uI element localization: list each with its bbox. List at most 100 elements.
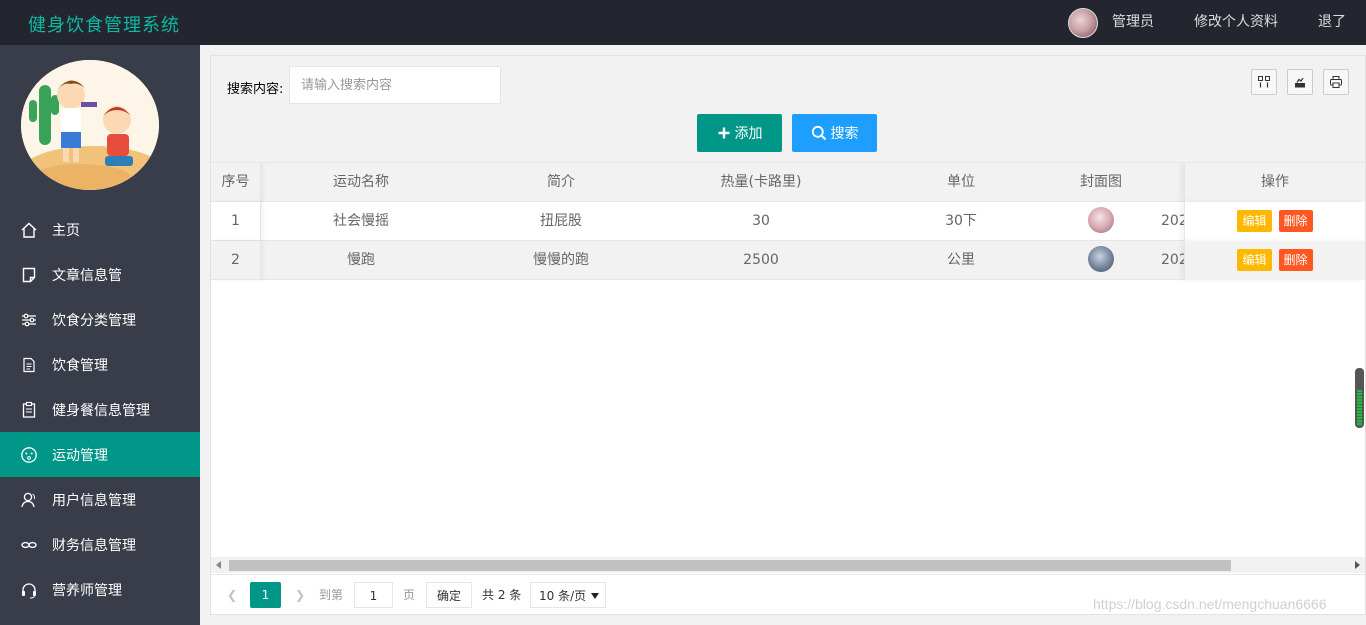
row-actions: 编辑 删除 xyxy=(1184,202,1365,241)
column-header[interactable]: 操作 xyxy=(1184,163,1365,202)
column-header[interactable]: 封面图 xyxy=(1041,163,1161,202)
sliders-icon xyxy=(20,311,38,329)
face-icon xyxy=(20,446,38,464)
note-icon xyxy=(20,266,38,284)
add-button[interactable]: 添加 xyxy=(697,114,782,152)
sport-calories: 2500 xyxy=(743,252,779,268)
logout-link[interactable]: 退了 xyxy=(1298,0,1366,45)
sport-description: 扭屁股 xyxy=(540,213,582,229)
column-header[interactable]: 序号 xyxy=(211,163,261,202)
table-row[interactable]: 1 社会慢摇 扭屁股 30 30下 202 编辑 删除 xyxy=(211,202,1365,241)
sidebar-item-users[interactable]: 用户信息管理 xyxy=(0,477,200,522)
cover-image-cell xyxy=(1041,241,1161,280)
top-header: 健身饮食管理系统 管理员 修改个人资料 退了 xyxy=(0,0,1366,45)
export-icon xyxy=(1293,75,1307,89)
page-label: 页 xyxy=(403,588,416,602)
table-row[interactable]: 2 慢跑 慢慢的跑 2500 公里 202 编辑 删除 xyxy=(211,241,1365,280)
sport-unit: 公里 xyxy=(947,252,975,268)
grid-icon xyxy=(1257,75,1271,89)
user-name[interactable]: 管理员 xyxy=(1112,0,1174,45)
confirm-page-button[interactable]: 确定 xyxy=(426,582,472,608)
sidebar-item-diet-category[interactable]: 饮食分类管理 xyxy=(0,297,200,342)
sidebar-item-label: 健身餐信息管理 xyxy=(52,402,150,419)
scroll-left-arrow-icon[interactable] xyxy=(216,561,221,569)
plus-icon xyxy=(717,126,731,140)
table-header-row: 序号 运动名称 简介 热量(卡路里) 单位 封面图 操作 xyxy=(211,163,1365,202)
goto-label: 到第 xyxy=(319,588,344,602)
column-header[interactable]: 热量(卡路里) xyxy=(661,163,861,202)
home-icon xyxy=(20,221,38,239)
user-avatar[interactable] xyxy=(1068,7,1098,38)
main-panel: 搜索内容: 添加 搜索 xyxy=(210,55,1366,615)
headset-icon xyxy=(20,581,38,599)
link-icon xyxy=(20,536,38,554)
next-page-icon[interactable]: ❯ xyxy=(291,582,309,608)
sidebar-item-finance[interactable]: 财务信息管理 xyxy=(0,522,200,567)
edit-profile-link[interactable]: 修改个人资料 xyxy=(1174,0,1298,45)
search-input[interactable] xyxy=(289,66,501,104)
sidebar: 主页 文章信息管 饮食分类管理 饮食管理 健身餐信息管理 运动管理 用户信息管理… xyxy=(0,45,200,625)
sidebar-item-label: 营养师管理 xyxy=(52,582,122,599)
sidebar-item-home[interactable]: 主页 xyxy=(0,207,200,252)
scroll-indicator-fill xyxy=(1357,390,1362,426)
delete-button[interactable]: 删除 xyxy=(1278,249,1313,271)
sidebar-avatar-image xyxy=(21,60,159,190)
per-page-value: 10 条/页 xyxy=(539,589,587,603)
sidebar-item-articles[interactable]: 文章信息管 xyxy=(0,252,200,297)
sport-calories: 30 xyxy=(752,213,770,229)
delete-button[interactable]: 删除 xyxy=(1278,210,1313,232)
sidebar-item-label: 饮食管理 xyxy=(52,357,108,374)
search-icon xyxy=(811,125,827,141)
data-table: 序号 运动名称 简介 热量(卡路里) 单位 封面图 操作 1 社会慢摇 扭屁股 … xyxy=(211,163,1365,555)
sport-description: 慢慢的跑 xyxy=(533,252,589,268)
header-user-area: 管理员 修改个人资料 退了 xyxy=(1068,0,1366,45)
sidebar-item-sport[interactable]: 运动管理 xyxy=(0,432,200,477)
print-icon xyxy=(1329,75,1343,89)
document-icon xyxy=(20,356,38,374)
sidebar-item-label: 饮食分类管理 xyxy=(52,312,136,329)
search-button-label: 搜索 xyxy=(830,126,859,142)
column-header[interactable]: 单位 xyxy=(861,163,1061,202)
sport-unit: 30下 xyxy=(945,213,977,229)
page-number-input[interactable]: 1 xyxy=(354,582,393,608)
clipboard-icon xyxy=(20,401,38,419)
columns-filter-button[interactable] xyxy=(1251,69,1277,95)
current-page-button[interactable]: 1 xyxy=(250,582,281,608)
edit-button[interactable]: 编辑 xyxy=(1237,210,1272,232)
sidebar-item-nutritionist[interactable]: 营养师管理 xyxy=(0,567,200,612)
sport-name: 社会慢摇 xyxy=(333,213,389,229)
scroll-right-arrow-icon[interactable] xyxy=(1355,561,1360,569)
sidebar-item-label: 财务信息管理 xyxy=(52,537,136,554)
vertical-scroll-indicator[interactable] xyxy=(1355,368,1364,428)
cover-thumbnail[interactable] xyxy=(1088,245,1114,272)
sidebar-item-diet[interactable]: 饮食管理 xyxy=(0,342,200,387)
sidebar-item-fitness-meal[interactable]: 健身餐信息管理 xyxy=(0,387,200,432)
print-button[interactable] xyxy=(1323,69,1349,95)
cover-image-cell xyxy=(1041,202,1161,241)
prev-page-icon[interactable]: ❮ xyxy=(223,582,241,608)
sidebar-item-label: 主页 xyxy=(52,222,80,239)
toolbar: 搜索内容: 添加 搜索 xyxy=(211,56,1365,163)
total-count: 共 2 条 xyxy=(482,588,522,602)
column-header[interactable]: 运动名称 xyxy=(261,163,461,202)
scrollbar-thumb[interactable] xyxy=(229,560,1231,571)
add-button-label: 添加 xyxy=(734,126,763,142)
search-label: 搜索内容: xyxy=(227,82,284,97)
row-index: 2 xyxy=(211,241,261,280)
app-title: 健身饮食管理系统 xyxy=(28,15,180,36)
chevron-down-icon xyxy=(591,593,599,599)
horizontal-scrollbar[interactable] xyxy=(211,557,1365,573)
column-header[interactable]: 简介 xyxy=(461,163,661,202)
row-index: 1 xyxy=(211,202,261,241)
edit-button[interactable]: 编辑 xyxy=(1237,249,1272,271)
sidebar-item-label: 运动管理 xyxy=(52,447,108,464)
per-page-select[interactable]: 10 条/页 xyxy=(530,582,606,608)
cover-thumbnail[interactable] xyxy=(1088,206,1114,233)
row-actions: 编辑 删除 xyxy=(1184,241,1365,280)
export-button[interactable] xyxy=(1287,69,1313,95)
sport-name: 慢跑 xyxy=(347,252,375,268)
search-button[interactable]: 搜索 xyxy=(792,114,877,152)
user-icon xyxy=(20,491,38,509)
sidebar-nav: 主页 文章信息管 饮食分类管理 饮食管理 健身餐信息管理 运动管理 用户信息管理… xyxy=(0,207,200,612)
watermark: https://blog.csdn.net/mengchuan6666 xyxy=(1093,596,1327,612)
